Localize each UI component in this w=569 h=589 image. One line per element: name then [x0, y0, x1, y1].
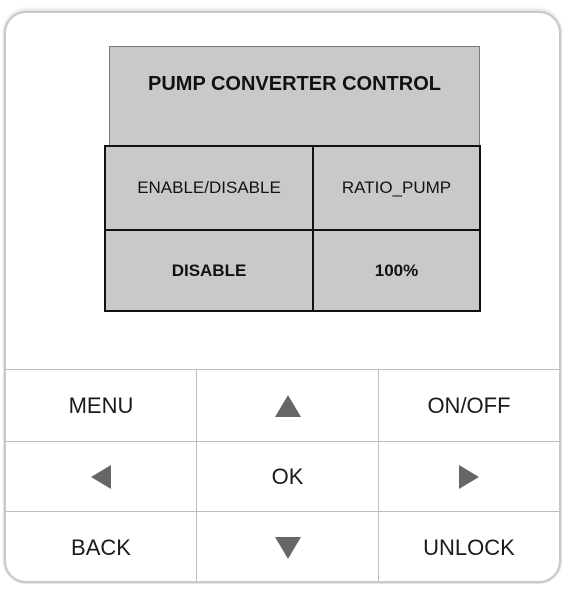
unlock-button[interactable]: UNLOCK — [379, 512, 559, 581]
ok-button[interactable]: OK — [196, 442, 379, 512]
down-button[interactable] — [196, 512, 379, 581]
header-enable-disable: ENABLE/DISABLE — [106, 147, 314, 231]
keypad: MENU ON/OFF OK BACK UNLOCK — [6, 369, 559, 581]
parameter-table: ENABLE/DISABLE RATIO_PUMP DISABLE 100% — [104, 145, 481, 312]
left-button[interactable] — [6, 442, 196, 512]
lcd-screen: PUMP CONVERTER CONTROL ENABLE/DISABLE RA… — [104, 46, 481, 330]
triangle-down-icon — [274, 537, 301, 559]
on-off-button[interactable]: ON/OFF — [379, 370, 559, 442]
right-button[interactable] — [379, 442, 559, 512]
menu-button[interactable]: MENU — [6, 370, 196, 442]
up-button[interactable] — [196, 370, 379, 442]
header-ratio-pump: RATIO_PUMP — [314, 147, 479, 231]
value-enable-disable[interactable]: DISABLE — [106, 231, 314, 310]
screen-title-area: PUMP CONVERTER CONTROL — [109, 46, 480, 160]
value-ratio-pump[interactable]: 100% — [314, 231, 479, 310]
triangle-right-icon — [459, 464, 479, 489]
controller-panel: PUMP CONVERTER CONTROL ENABLE/DISABLE RA… — [4, 11, 561, 583]
triangle-left-icon — [91, 464, 111, 489]
triangle-up-icon — [274, 394, 301, 417]
back-button[interactable]: BACK — [6, 512, 196, 581]
screen-title: PUMP CONVERTER CONTROL — [148, 73, 441, 95]
